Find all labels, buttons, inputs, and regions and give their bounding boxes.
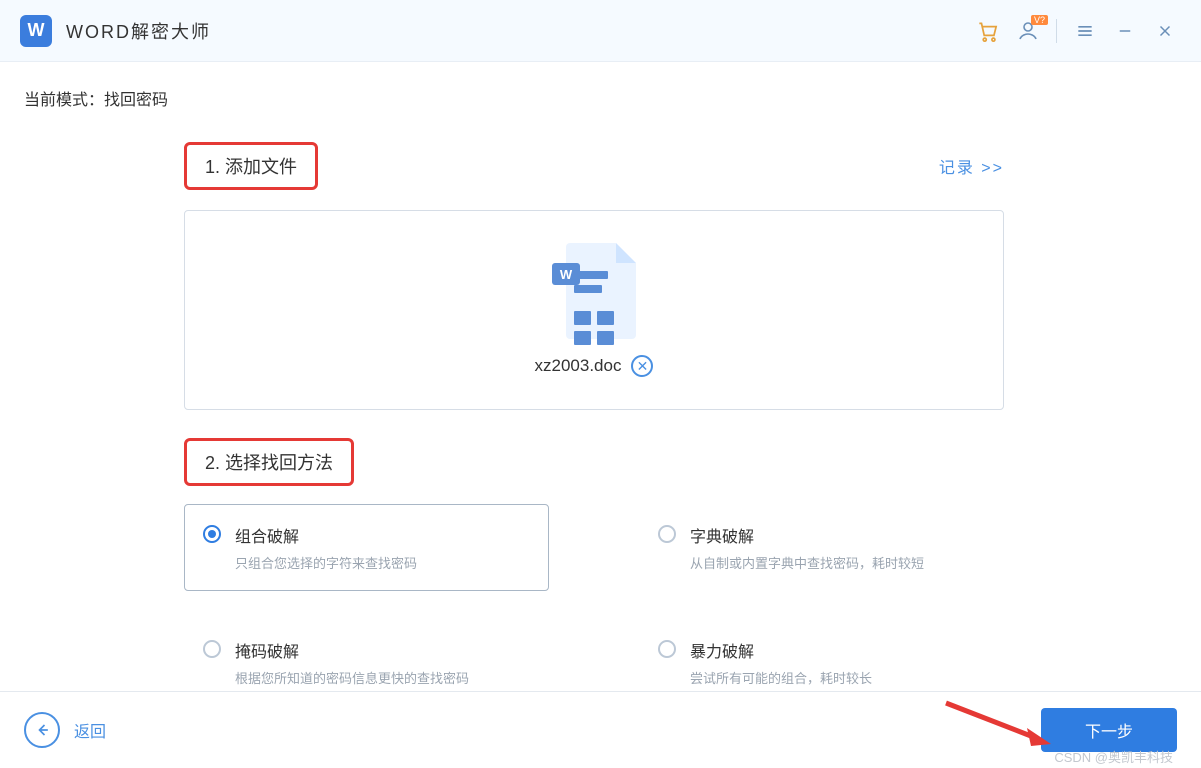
step2-title: 2. 选择找回方法 [184, 438, 354, 486]
section-choose-method: 2. 选择找回方法 组合破解 只组合您选择的字符来查找密码 字典破解 从自制或内… [184, 438, 1001, 706]
remove-file-icon[interactable]: ✕ [631, 355, 653, 377]
method-desc: 从自制或内置字典中查找密码，耗时较短 [690, 553, 924, 572]
footer: 返回 下一步 [0, 691, 1201, 768]
next-button[interactable]: 下一步 [1041, 708, 1177, 752]
cart-icon[interactable] [968, 11, 1008, 51]
method-title: 掩码破解 [235, 638, 469, 662]
user-icon[interactable]: V? [1008, 11, 1048, 51]
radio-icon[interactable] [658, 525, 676, 543]
step1-title: 1. 添加文件 [184, 142, 318, 190]
app-logo-icon: W [20, 15, 52, 47]
minimize-icon[interactable] [1105, 11, 1145, 51]
content-area: 当前模式：找回密码 1. 添加文件 记录 >> W xz2003.doc [0, 62, 1201, 706]
mode-prefix: 当前模式： [24, 92, 104, 109]
method-desc: 只组合您选择的字符来查找密码 [235, 553, 417, 572]
user-badge: V? [1031, 15, 1048, 25]
back-arrow-icon [24, 712, 60, 748]
method-grid: 组合破解 只组合您选择的字符来查找密码 字典破解 从自制或内置字典中查找密码，耗… [184, 504, 1004, 706]
method-dictionary[interactable]: 字典破解 从自制或内置字典中查找密码，耗时较短 [639, 504, 1004, 591]
radio-icon[interactable] [203, 640, 221, 658]
filename-row: xz2003.doc ✕ [535, 355, 654, 377]
mode-label: 当前模式：找回密码 [24, 86, 1201, 110]
method-title: 组合破解 [235, 523, 417, 547]
method-desc: 尝试所有可能的组合，耗时较长 [690, 668, 872, 687]
method-title: 暴力破解 [690, 638, 872, 662]
section-add-file: 1. 添加文件 记录 >> W xz2003.doc ✕ [184, 142, 1001, 410]
records-link[interactable]: 记录 >> [939, 154, 1004, 178]
method-desc: 根据您所知道的密码信息更快的查找密码 [235, 668, 469, 687]
file-dropzone[interactable]: W xz2003.doc ✕ [184, 210, 1004, 410]
radio-icon[interactable] [658, 640, 676, 658]
mode-value: 找回密码 [104, 92, 168, 109]
radio-icon[interactable] [203, 525, 221, 543]
file-name: xz2003.doc [535, 356, 622, 376]
separator [1056, 19, 1057, 43]
back-button[interactable]: 返回 [24, 712, 106, 748]
word-file-icon: W [552, 243, 636, 343]
menu-icon[interactable] [1065, 11, 1105, 51]
app-title: WORD解密大师 [66, 18, 211, 44]
method-combination[interactable]: 组合破解 只组合您选择的字符来查找密码 [184, 504, 549, 591]
back-label: 返回 [74, 718, 106, 742]
watermark: CSDN @奥凯丰科技 [1054, 747, 1173, 766]
method-title: 字典破解 [690, 523, 924, 547]
titlebar: W WORD解密大师 V? [0, 0, 1201, 62]
close-icon[interactable] [1145, 11, 1185, 51]
